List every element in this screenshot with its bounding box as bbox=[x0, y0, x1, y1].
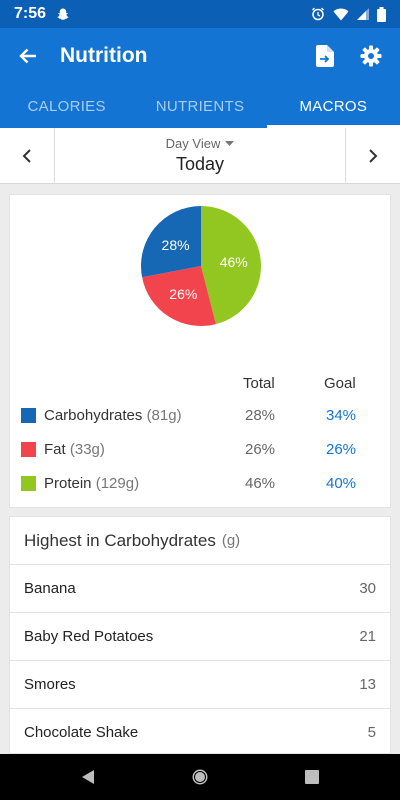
signal-icon bbox=[357, 8, 369, 20]
system-back-button[interactable] bbox=[32, 754, 144, 800]
previous-day-button[interactable] bbox=[0, 128, 55, 184]
carbohydrates-color-swatch bbox=[21, 408, 36, 423]
status-bar: 7:56 bbox=[0, 0, 400, 28]
tab-macros[interactable]: MACROS bbox=[266, 84, 400, 128]
tab-bar: CALORIES NUTRIENTS MACROS bbox=[0, 84, 400, 128]
date-navigator: Day View Today bbox=[0, 128, 400, 184]
date-label: Today bbox=[175, 154, 225, 174]
highest-in-carbohydrates-card: Highest in Carbohydrates (g) Banana 30 B… bbox=[9, 516, 391, 754]
tab-calories[interactable]: CALORIES bbox=[0, 84, 133, 128]
wifi-icon bbox=[333, 8, 349, 21]
list-header: Highest in Carbohydrates (g) bbox=[10, 517, 390, 565]
battery-icon bbox=[377, 6, 386, 22]
macro-row-fat: Fat (33g) 26% 26% bbox=[10, 439, 392, 463]
food-name: Baby Red Potatoes bbox=[24, 628, 154, 645]
pie-label-protein: 46% bbox=[220, 254, 248, 270]
status-time: 7:56 bbox=[14, 5, 47, 22]
macro-grams: (129g) bbox=[95, 475, 140, 492]
next-day-button[interactable] bbox=[345, 128, 400, 184]
alarm-icon bbox=[311, 7, 325, 21]
home-circle-icon bbox=[192, 769, 208, 785]
chevron-right-icon bbox=[369, 149, 378, 163]
export-file-icon bbox=[316, 45, 334, 67]
food-name: Banana bbox=[24, 580, 76, 597]
settings-button[interactable] bbox=[348, 28, 394, 84]
day-view-label: Day View bbox=[165, 136, 221, 151]
macros-pie-chart[interactable]: 46% 26% 28% bbox=[140, 205, 262, 327]
macros-card: 46% 26% 28% Total Goal Carbohydrates (81g)… bbox=[9, 194, 391, 508]
list-title: Highest in Carbohydrates bbox=[24, 530, 216, 550]
food-row[interactable]: Baby Red Potatoes 21 bbox=[10, 613, 390, 661]
food-name: Chocolate Shake bbox=[24, 724, 139, 741]
total-column-header: Total bbox=[243, 375, 275, 392]
food-row[interactable]: Banana 30 bbox=[10, 565, 390, 613]
food-value: 5 bbox=[367, 724, 376, 741]
app-bar: Nutrition bbox=[0, 28, 400, 84]
macro-goal: 26% bbox=[326, 441, 357, 458]
macro-row-carbohydrates: Carbohydrates (81g) 28% 34% bbox=[10, 405, 392, 429]
system-home-button[interactable] bbox=[144, 754, 256, 800]
snapchat-icon bbox=[56, 7, 70, 21]
pie-label-carbohydrates: 28% bbox=[162, 237, 190, 253]
fat-color-swatch bbox=[21, 442, 36, 457]
pie-label-fat: 26% bbox=[169, 286, 197, 302]
goal-column-header: Goal bbox=[324, 375, 356, 392]
protein-color-swatch bbox=[21, 476, 36, 491]
food-value: 13 bbox=[359, 676, 376, 693]
macro-goal: 40% bbox=[326, 475, 357, 492]
macro-name: Carbohydrates bbox=[44, 407, 143, 424]
macro-name: Fat bbox=[44, 441, 66, 458]
gear-icon bbox=[360, 45, 382, 67]
macro-total: 28% bbox=[245, 407, 276, 424]
macro-grams: (33g) bbox=[69, 441, 105, 458]
back-triangle-icon bbox=[82, 770, 94, 784]
list-unit: (g) bbox=[221, 532, 241, 549]
food-row[interactable]: Chocolate Shake 5 bbox=[10, 709, 390, 753]
macro-name: Protein bbox=[44, 475, 92, 492]
macro-row-protein: Protein (129g) 46% 40% bbox=[10, 473, 392, 497]
back-arrow-icon bbox=[19, 48, 36, 64]
chevron-left-icon bbox=[22, 149, 31, 163]
macro-goal: 34% bbox=[326, 407, 357, 424]
day-view-dropdown[interactable]: Day View bbox=[166, 136, 235, 151]
date-selector[interactable]: Day View Today bbox=[55, 128, 345, 183]
macro-grams: (81g) bbox=[146, 407, 182, 424]
food-name: Smores bbox=[24, 676, 76, 693]
food-value: 30 bbox=[359, 580, 376, 597]
caret-down-icon bbox=[225, 141, 235, 146]
back-button[interactable] bbox=[0, 28, 56, 84]
page-title: Nutrition bbox=[60, 44, 148, 67]
system-navigation-bar bbox=[0, 754, 400, 800]
food-value: 21 bbox=[359, 628, 376, 645]
recents-square-icon bbox=[305, 770, 319, 784]
macro-total: 46% bbox=[245, 475, 276, 492]
food-row[interactable]: Smores 13 bbox=[10, 661, 390, 709]
macro-total: 26% bbox=[245, 441, 276, 458]
tab-nutrients[interactable]: NUTRIENTS bbox=[133, 84, 266, 128]
macro-table-header: Total Goal bbox=[10, 375, 392, 395]
export-button[interactable] bbox=[302, 28, 348, 84]
system-recents-button[interactable] bbox=[256, 754, 368, 800]
